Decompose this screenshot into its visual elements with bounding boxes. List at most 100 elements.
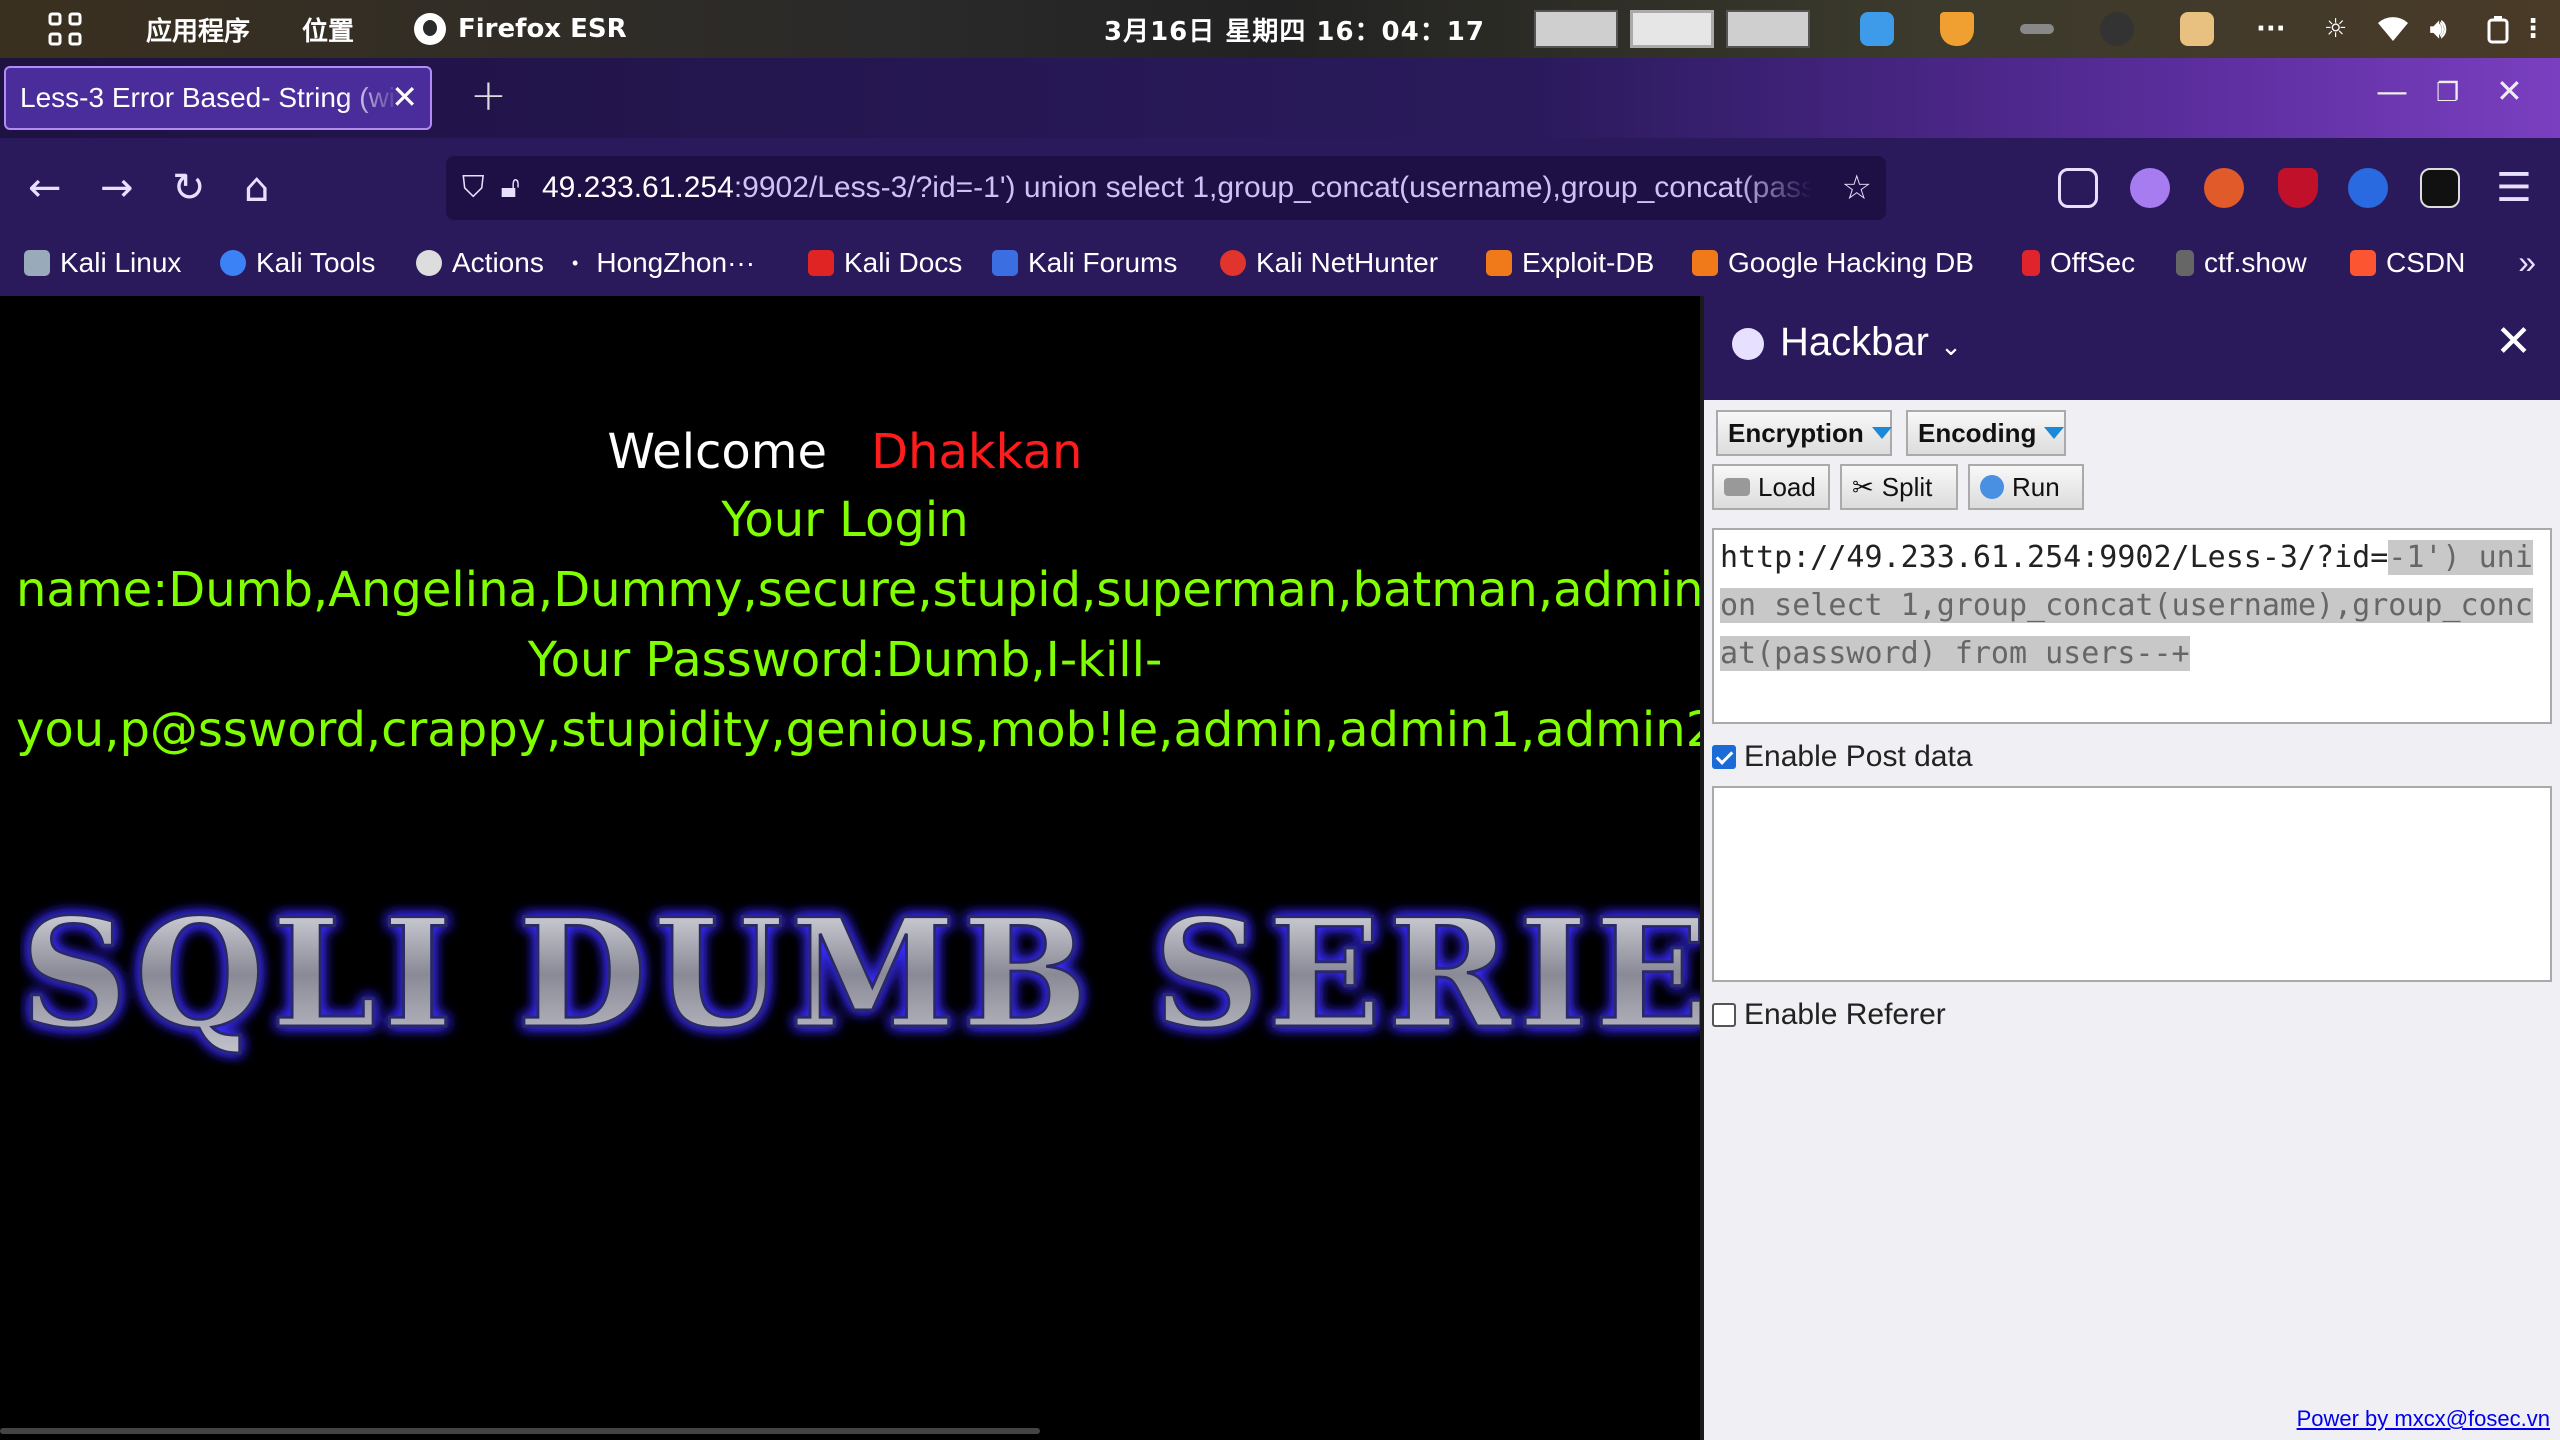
url-text[interactable]: 49.233.61.254:9902/Less-3/?id=-1') union…	[542, 171, 1812, 205]
chevron-down-icon: ⌄	[1940, 331, 1962, 361]
bookmark-actions[interactable]: Actions	[416, 238, 544, 288]
load-button[interactable]: Load	[1712, 464, 1830, 510]
welcome-line: Welcome Dhakkan	[0, 424, 1690, 480]
load-icon	[1724, 478, 1750, 496]
tray-more[interactable]: ···	[2256, 0, 2286, 58]
wifi-icon[interactable]	[2376, 0, 2410, 58]
drive-tray-icon[interactable]	[2020, 24, 2054, 34]
encryption-dropdown[interactable]: Encryption	[1716, 410, 1892, 456]
bookmark-hongzhon[interactable]: • HongZhon···	[572, 238, 755, 288]
power-menu-icon[interactable]: ⋮	[2520, 0, 2546, 58]
ctfshow-icon	[2176, 250, 2194, 276]
clock[interactable]: 3月16日 星期四 16：04：17	[1104, 0, 1485, 58]
bookmark-kali-docs[interactable]: Kali Docs	[808, 238, 962, 288]
powered-by-link[interactable]: Power by mxcx@fosec.vn	[2297, 1406, 2550, 1432]
wappalyzer-icon[interactable]	[2348, 168, 2388, 208]
forward-icon[interactable]: →	[100, 166, 134, 210]
hackbar-extension-icon[interactable]	[2204, 168, 2244, 208]
pocket-icon[interactable]	[2058, 168, 2098, 208]
github-icon	[416, 250, 442, 276]
url-textarea[interactable]: http://49.233.61.254:9902/Less-3/?id=-1'…	[1712, 528, 2552, 724]
new-tab-button[interactable]: +	[470, 70, 507, 121]
volume-icon[interactable]: 🔊︎	[2430, 0, 2446, 58]
bookmarks-overflow-icon[interactable]: »	[2518, 244, 2536, 281]
tracking-shield-icon[interactable]: ⛉	[462, 171, 485, 205]
url-prefix: http://49.233.61.254:9902/Less-3/?id=	[1720, 540, 2389, 575]
bookmark-kali-nethunter[interactable]: Kali NetHunter	[1220, 238, 1438, 288]
dev-extension-icon[interactable]	[2420, 168, 2460, 208]
cat-tray-icon[interactable]	[2180, 12, 2214, 46]
ublock-icon[interactable]	[2278, 168, 2318, 208]
exploit-db-icon	[1486, 250, 1512, 276]
navigation-toolbar: ← → ↻ ⌂ ⛉ 🔓︎ 49.233.61.254:9902/Less-3/?…	[0, 138, 2560, 238]
hackbar-logo-icon	[1732, 328, 1764, 360]
brightness-icon[interactable]: ☼	[2324, 0, 2347, 58]
bookmark-csdn[interactable]: CSDN	[2350, 238, 2465, 288]
reload-icon[interactable]: ↻	[172, 166, 206, 210]
places-menu[interactable]: 位置	[302, 0, 354, 58]
app-grid-icon[interactable]	[48, 0, 84, 58]
active-app-label: Firefox ESR	[458, 14, 627, 44]
bookmark-kali-tools[interactable]: Kali Tools	[220, 238, 375, 288]
window-close-icon[interactable]: ✕	[2496, 72, 2523, 110]
checkbox-checked-icon	[1712, 745, 1736, 769]
tab-bar: Less-3 Error Based- String (with Twist) …	[0, 58, 2560, 138]
hackbar-sidebar: Hackbar ⌄ ✕ Encryption Encoding Load ✂ Sp…	[1700, 296, 2560, 1440]
workspace-2[interactable]	[1630, 10, 1714, 48]
run-button[interactable]: Run	[1968, 464, 2084, 510]
bookmark-kali-linux[interactable]: Kali Linux	[24, 238, 181, 288]
checkbox-unchecked-icon	[1712, 1003, 1736, 1027]
bookmark-kali-forums[interactable]: Kali Forums	[992, 238, 1177, 288]
dropdown-arrow-icon	[2044, 427, 2065, 439]
blue-app-tray-icon[interactable]	[1860, 12, 1894, 46]
split-button[interactable]: ✂ Split	[1840, 464, 1958, 510]
address-bar[interactable]: ⛉ 🔓︎ 49.233.61.254:9902/Less-3/?id=-1') …	[446, 156, 1886, 220]
login-result: name:Dumb,Angelina,Dummy,secure,stupid,s…	[16, 562, 1700, 618]
enable-post-checkbox[interactable]: Enable Post data	[1712, 740, 1973, 774]
url-host: 49.233.61.254	[541, 171, 734, 204]
minimize-icon[interactable]: —	[2376, 72, 2408, 110]
home-icon[interactable]: ⌂	[244, 166, 269, 210]
shield-tray-icon[interactable]	[1940, 12, 1974, 46]
password-result-line2: you,p@ssword,crappy,stupidity,genious,mo…	[16, 702, 1700, 758]
insecure-lock-icon[interactable]: 🔓︎	[501, 171, 520, 205]
workspace-1[interactable]	[1534, 10, 1618, 48]
sidebar-close-icon[interactable]: ✕	[2495, 316, 2532, 367]
active-app-indicator[interactable]: Firefox ESR	[414, 0, 627, 58]
page-content: Welcome Dhakkan Your Login name:Dumb,Ange…	[0, 296, 1700, 1440]
bookmark-google-hacking-db[interactable]: Google Hacking DB	[1692, 238, 1974, 288]
offsec-icon	[2022, 250, 2040, 276]
extension-c-icon[interactable]	[2130, 168, 2170, 208]
ghdb-icon	[1692, 250, 1718, 276]
bookmark-star-icon[interactable]: ☆	[1842, 168, 1872, 208]
scissors-icon: ✂	[1852, 471, 1874, 502]
dropdown-arrow-icon	[1871, 427, 1892, 439]
horizontal-scrollbar[interactable]	[0, 1428, 1040, 1434]
kali-dragon-icon	[24, 250, 50, 276]
menu-hamburger-icon[interactable]: ☰	[2496, 166, 2532, 210]
firefox-icon	[414, 13, 446, 45]
qq-tray-icon[interactable]	[2100, 12, 2134, 46]
password-result-line1: Your Password:Dumb,I-kill-	[527, 632, 1163, 688]
bookmark-ctfshow[interactable]: ctf.show	[2176, 238, 2307, 288]
battery-icon[interactable]	[2484, 0, 2514, 58]
bookmark-exploit-db[interactable]: Exploit-DB	[1486, 238, 1654, 288]
kali-forums-icon	[992, 250, 1018, 276]
your-login-label: Your Login	[721, 492, 969, 548]
workspace-3[interactable]	[1726, 10, 1810, 48]
tab-less-3[interactable]: Less-3 Error Based- String (with Twist) …	[4, 66, 432, 130]
enable-referer-checkbox[interactable]: Enable Referer	[1712, 998, 1946, 1032]
tab-close-icon[interactable]: ✕	[391, 78, 418, 116]
kali-docs-icon	[808, 250, 834, 276]
sidebar-title[interactable]: Hackbar ⌄	[1780, 320, 1962, 365]
welcome-name: Dhakkan	[871, 424, 1083, 480]
applications-menu[interactable]: 应用程序	[146, 0, 250, 58]
sqli-dumb-series-banner: SQLI DUMB SERIES	[20, 886, 1700, 1064]
encoding-dropdown[interactable]: Encoding	[1906, 410, 2066, 456]
kali-tools-icon	[220, 250, 246, 276]
post-data-textarea[interactable]	[1712, 786, 2552, 982]
restore-icon[interactable]: ❐	[2436, 78, 2459, 108]
bookmarks-toolbar: Kali Linux Kali Tools Actions • HongZhon·…	[0, 238, 2560, 296]
bookmark-offsec[interactable]: OffSec	[2022, 238, 2135, 288]
back-icon[interactable]: ←	[28, 166, 62, 210]
